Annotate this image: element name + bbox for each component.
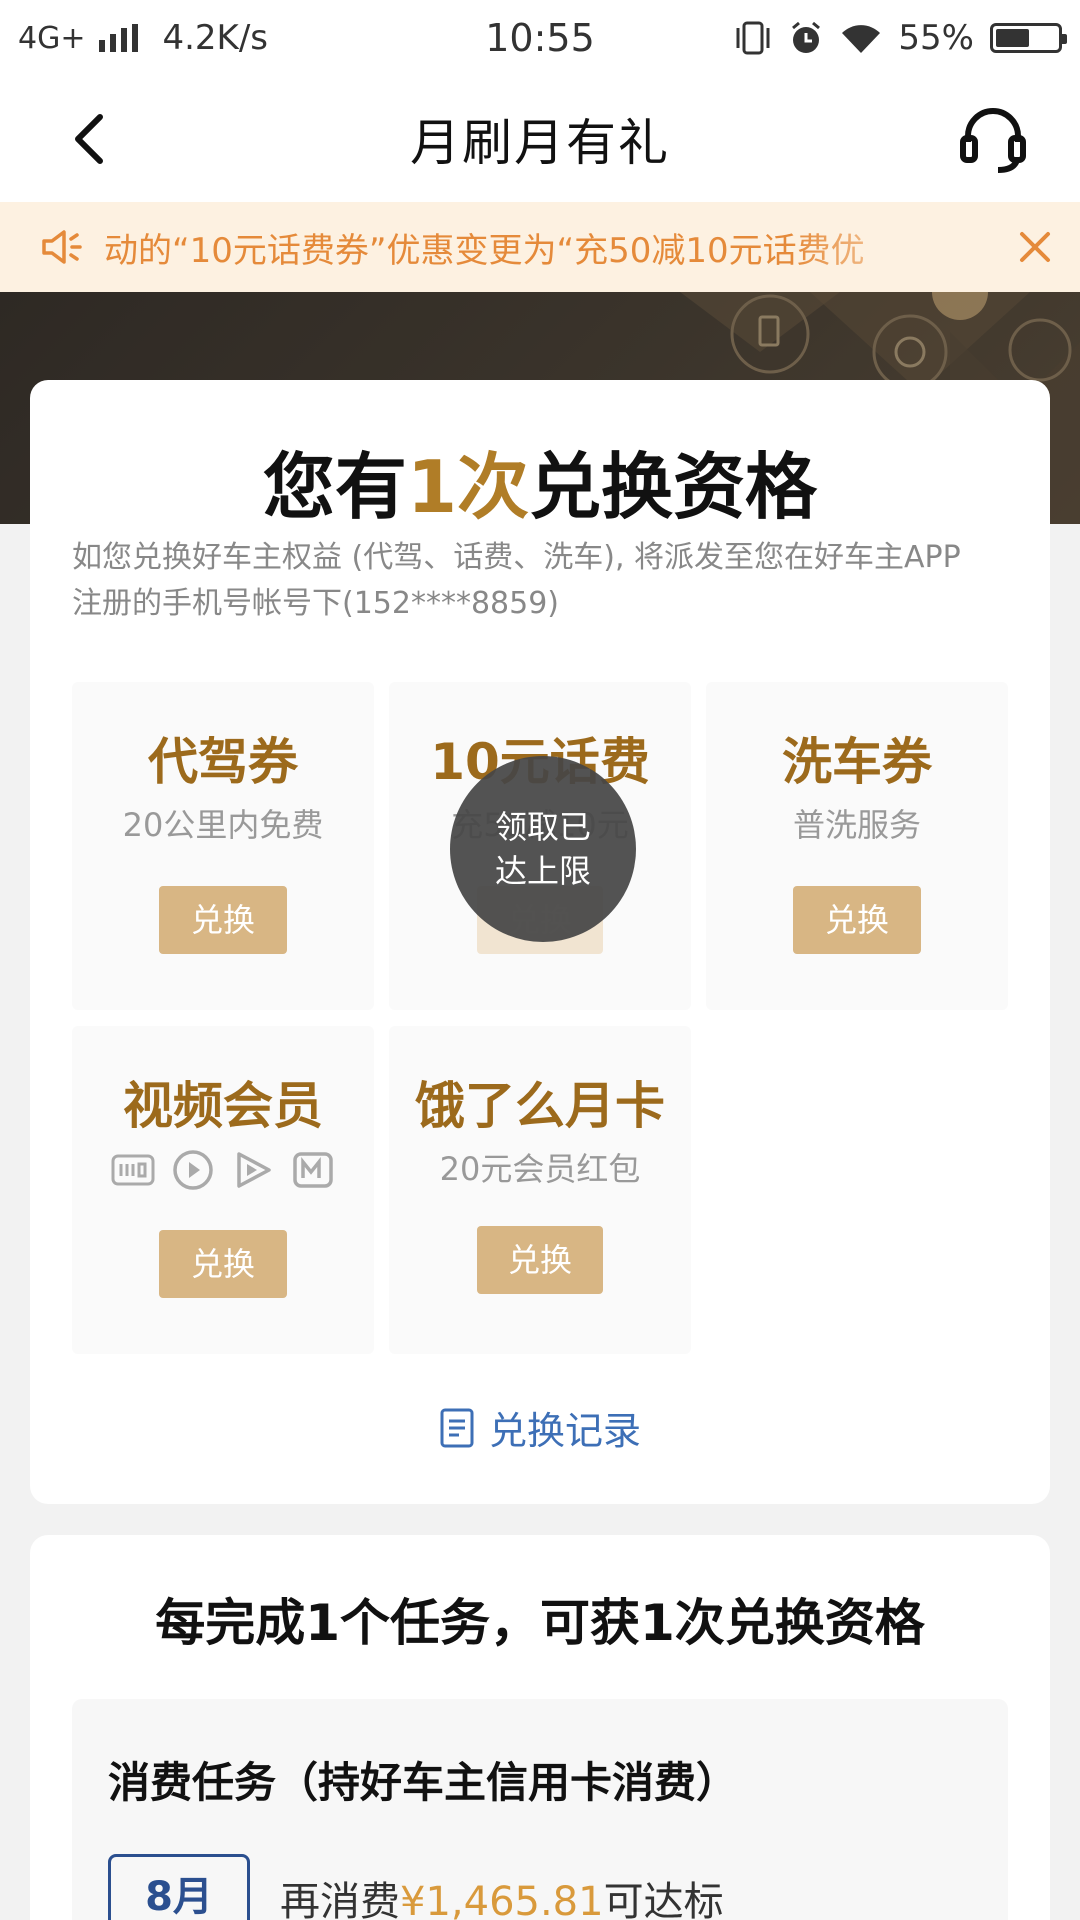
task-progress-text: 再消费¥1,465.81可达标 [280,1869,724,1920]
exchange-button[interactable]: 兑换 [159,886,287,954]
progress-suffix: 可达标 [603,1879,724,1920]
tile-subtitle: 20公里内免费 [122,806,324,844]
chevron-left-icon[interactable] [62,109,122,169]
exchange-button[interactable]: 兑换 [793,886,921,954]
progress-amount: ¥1,465.81 [400,1879,604,1920]
title-suffix: 兑换资格 [529,445,818,529]
limit-toast: 领取已达上限 [450,756,636,942]
iqiyi-icon [111,1148,155,1192]
description-line: 注册的手机号帐号下(152****8859) [72,586,560,621]
nav-bar: 月刷月有礼 [0,76,1080,202]
tile-name: 洗车券 [782,733,932,791]
title-prefix: 您有 [262,445,407,529]
alarm-icon [792,21,821,53]
month-badge: 8月 [108,1854,250,1920]
page-title: 月刷月有礼 [410,114,670,172]
exchange-count: 1次 [406,445,530,529]
notice-bar: 动的“10元话费券”优惠变更为“充50减10元话费优 [0,202,1080,292]
tile-subtitle: 20元会员红包 [439,1150,641,1188]
tile-name: 饿了么月卡 [415,1077,665,1135]
records-label: 兑换记录 [488,1409,641,1453]
battery-icon [990,23,1067,53]
tile-name: 代驾券 [148,733,298,791]
mango-tv-icon [291,1148,335,1192]
benefit-tile-eleme: 饿了么月卡 20元会员红包 兑换 [389,1026,691,1354]
spending-task-panel: 消费任务（持好车主信用卡消费） 8月 再消费¥1,465.81可达标 [72,1699,1008,1920]
benefit-tile-video-vip: 视频会员 兑换 [72,1026,374,1354]
exchange-button[interactable]: 兑换 [159,1230,287,1298]
close-icon[interactable] [1012,224,1058,270]
description-line: 如您兑换好车主权益 (代驾、话费、洗车), 将派发至您在好车主APP [72,540,961,575]
status-bar: 4G+ 4.2K/s 10:55 55% [0,0,1080,76]
exchange-title: 您有1次兑换资格 [30,428,1050,533]
tencent-video-icon [231,1148,275,1192]
video-platform-icons [72,1148,374,1192]
youku-icon [171,1148,215,1192]
progress-prefix: 再消费 [280,1879,400,1920]
benefit-tile-driver: 代驾券 20公里内免费 兑换 [72,682,374,1010]
exchange-card: 您有1次兑换资格 如您兑换好车主权益 (代驾、话费、洗车), 将派发至您在好车主… [30,380,1050,1504]
network-type: 4G+ [18,20,86,56]
exchange-description: 如您兑换好车主权益 (代驾、话费、洗车), 将派发至您在好车主APP 注册的手机… [72,535,1022,627]
wifi-icon [842,25,881,53]
task-card: 每完成1个任务，可获1次兑换资格 消费任务（持好车主信用卡消费） 8月 再消费¥… [30,1535,1050,1920]
document-icon [440,1408,474,1447]
vibrate-icon [736,21,770,55]
network-speed: 4.2K/s [162,18,269,58]
clock: 10:55 [485,16,595,60]
task-heading: 每完成1个任务，可获1次兑换资格 [155,1594,925,1652]
speaker-icon [42,230,82,264]
spending-task-title: 消费任务（持好车主信用卡消费） [108,1758,739,1807]
notice-text: 动的“10元话费券”优惠变更为“充50减10元话费优 [104,230,865,271]
exchange-button[interactable]: 兑换 [477,1226,603,1294]
exchange-records-link[interactable]: 兑换记录 [30,1400,1050,1455]
battery-percent: 55% [898,18,974,58]
benefit-tile-car-wash: 洗车券 普洗服务 兑换 [706,682,1008,1010]
tile-name: 视频会员 [123,1077,323,1135]
tile-subtitle: 普洗服务 [792,806,921,844]
signal-icon [99,24,139,52]
headset-icon[interactable] [958,104,1028,174]
